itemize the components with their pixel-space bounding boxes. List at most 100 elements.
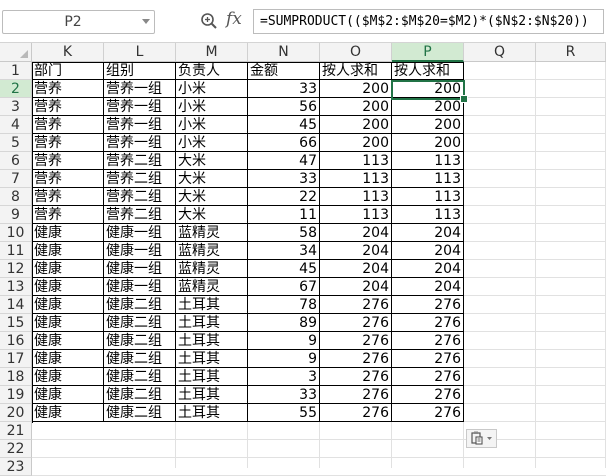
row-header-23[interactable]: 23 (0, 458, 32, 476)
cell[interactable]: 204 (320, 224, 392, 242)
cell[interactable]: 蓝精灵 (176, 278, 248, 296)
row-header-13[interactable]: 13 (0, 278, 32, 296)
cell[interactable]: 营养 (32, 116, 104, 134)
column-header-q[interactable]: Q (464, 43, 536, 61)
cell[interactable]: 营养 (32, 206, 104, 224)
row-header-10[interactable]: 10 (0, 224, 32, 242)
cell[interactable]: 健康二组 (104, 386, 176, 404)
cell[interactable]: 小米 (176, 98, 248, 116)
row-header-16[interactable]: 16 (0, 332, 32, 350)
cell[interactable]: 土耳其 (176, 296, 248, 314)
cell[interactable]: 276 (320, 314, 392, 332)
cell[interactable]: 健康二组 (104, 296, 176, 314)
cell[interactable]: 营养 (32, 98, 104, 116)
cell[interactable]: 健康 (32, 242, 104, 260)
cell[interactable]: 健康 (32, 386, 104, 404)
cell[interactable]: 健康 (32, 404, 104, 422)
cell[interactable]: 204 (392, 260, 464, 278)
cell[interactable]: 土耳其 (176, 386, 248, 404)
cell[interactable]: 部门 (32, 62, 104, 80)
cell[interactable]: 204 (320, 260, 392, 278)
row-header-8[interactable]: 8 (0, 188, 32, 206)
cell[interactable]: 276 (320, 386, 392, 404)
cell[interactable]: 56 (248, 98, 320, 116)
fill-handle[interactable] (460, 95, 468, 103)
cell[interactable]: 204 (392, 278, 464, 296)
cell[interactable]: 66 (248, 134, 320, 152)
cell[interactable]: 34 (248, 242, 320, 260)
column-header-m[interactable]: M (176, 43, 248, 61)
cell[interactable]: 健康二组 (104, 404, 176, 422)
cell[interactable]: 营养一组 (104, 80, 176, 98)
cell[interactable]: 204 (392, 242, 464, 260)
cell[interactable]: 200 (320, 116, 392, 134)
column-header-n[interactable]: N (248, 43, 320, 61)
cell[interactable]: 营养一组 (104, 98, 176, 116)
cell[interactable]: 11 (248, 206, 320, 224)
cell[interactable]: 200 (392, 134, 464, 152)
chevron-down-icon[interactable] (142, 19, 150, 24)
cell[interactable]: 健康 (32, 314, 104, 332)
cell[interactable]: 负责人 (176, 62, 248, 80)
cell[interactable]: 276 (392, 350, 464, 368)
cell[interactable]: 276 (392, 386, 464, 404)
cell[interactable]: 健康 (32, 332, 104, 350)
cell[interactable]: 200 (320, 80, 392, 98)
cell[interactable]: 大米 (176, 152, 248, 170)
row-header-5[interactable]: 5 (0, 134, 32, 152)
cell[interactable]: 健康 (32, 224, 104, 242)
select-all-icon[interactable] (20, 50, 28, 58)
row-header-18[interactable]: 18 (0, 368, 32, 386)
cell[interactable]: 健康 (32, 260, 104, 278)
cell[interactable]: 小米 (176, 80, 248, 98)
cell[interactable]: 健康 (32, 296, 104, 314)
cell[interactable]: 营养 (32, 152, 104, 170)
zoom-icon[interactable] (200, 12, 218, 30)
column-header-k[interactable]: K (32, 43, 104, 61)
row-header-12[interactable]: 12 (0, 260, 32, 278)
column-header-r[interactable]: R (536, 43, 606, 61)
cell[interactable]: 营养 (32, 80, 104, 98)
cell[interactable]: 蓝精灵 (176, 224, 248, 242)
cell[interactable]: 200 (392, 98, 464, 116)
column-header-o[interactable]: O (320, 43, 392, 61)
cell[interactable]: 3 (248, 368, 320, 386)
cell[interactable]: 蓝精灵 (176, 260, 248, 278)
cell[interactable]: 276 (392, 368, 464, 386)
cell[interactable]: 113 (392, 152, 464, 170)
cell[interactable]: 67 (248, 278, 320, 296)
cell[interactable]: 276 (320, 350, 392, 368)
paste-options-icon[interactable] (467, 430, 496, 447)
cell[interactable]: 113 (320, 206, 392, 224)
cell[interactable]: 营养一组 (104, 116, 176, 134)
name-box-value[interactable]: P2 (3, 11, 143, 33)
cell[interactable]: 营养一组 (104, 134, 176, 152)
cell[interactable]: 45 (248, 260, 320, 278)
cell[interactable]: 健康 (32, 350, 104, 368)
cell[interactable]: 健康二组 (104, 368, 176, 386)
column-header-p[interactable]: P (392, 43, 464, 62)
cell[interactable]: 58 (248, 224, 320, 242)
fx-icon[interactable]: fx (226, 9, 242, 29)
cell[interactable]: 78 (248, 296, 320, 314)
cell[interactable]: 健康二组 (104, 332, 176, 350)
column-header-l[interactable]: L (104, 43, 176, 61)
cell[interactable]: 276 (320, 368, 392, 386)
row-header-7[interactable]: 7 (0, 170, 32, 188)
cell[interactable]: 营养 (32, 188, 104, 206)
row-header-19[interactable]: 19 (0, 386, 32, 404)
cell[interactable]: 9 (248, 350, 320, 368)
cell[interactable]: 小米 (176, 134, 248, 152)
cell[interactable]: 200 (320, 98, 392, 116)
cell[interactable]: 土耳其 (176, 314, 248, 332)
row-header-22[interactable]: 22 (0, 440, 32, 458)
cell[interactable]: 113 (392, 188, 464, 206)
cell[interactable]: 113 (320, 188, 392, 206)
cell[interactable]: 276 (320, 296, 392, 314)
cell[interactable]: 营养二组 (104, 188, 176, 206)
cell[interactable]: 按人求和 (392, 62, 464, 80)
cell[interactable]: 204 (320, 242, 392, 260)
row-header-4[interactable]: 4 (0, 116, 32, 134)
row-header-17[interactable]: 17 (0, 350, 32, 368)
row-header-20[interactable]: 20 (0, 404, 32, 422)
